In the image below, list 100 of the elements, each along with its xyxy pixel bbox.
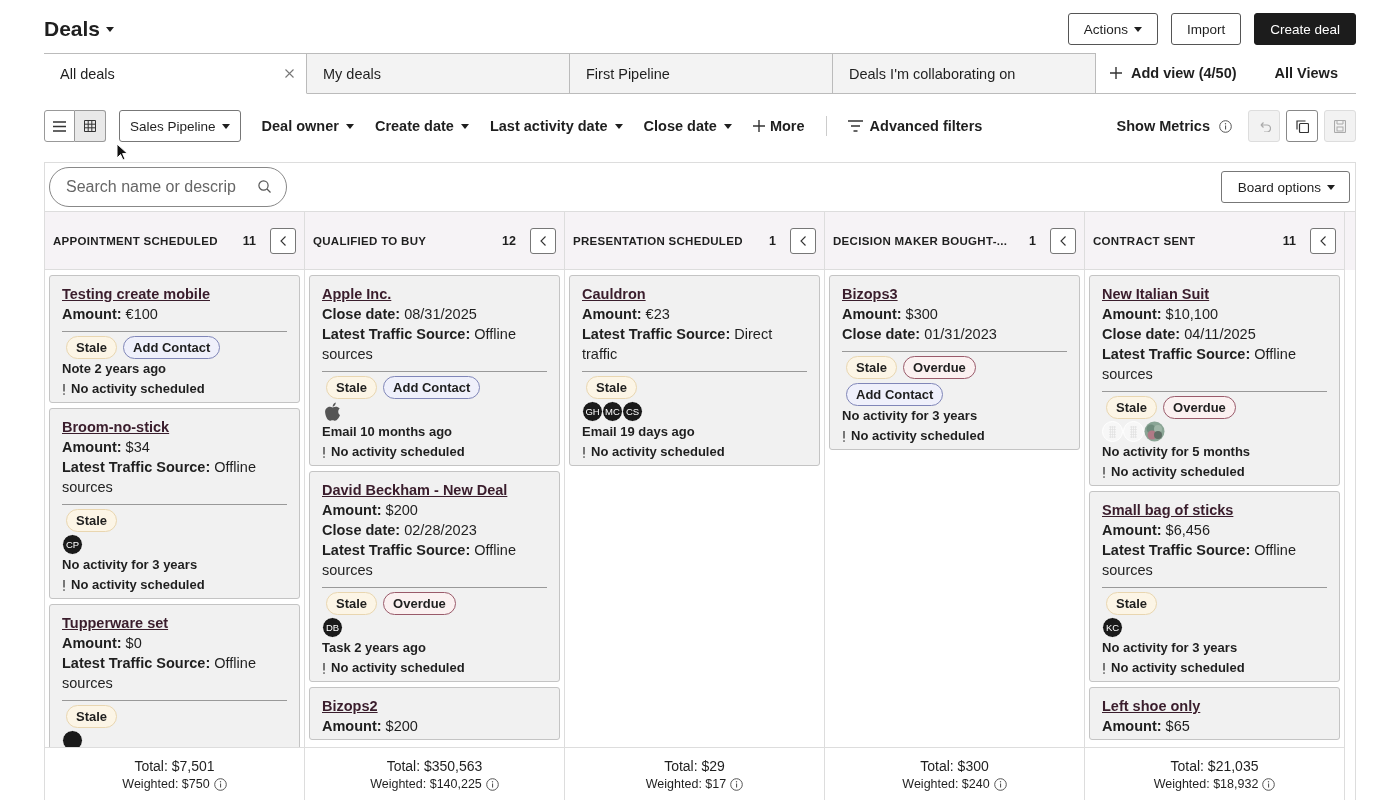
activity-text: No activity for 5 months (1102, 443, 1252, 461)
caret-icon (614, 123, 623, 129)
deal-title-link[interactable]: Testing create mobile (62, 284, 210, 304)
deal-title-link[interactable]: New Italian Suit (1102, 284, 1210, 304)
avatar: GH (582, 401, 603, 422)
stale-tag: Stale (326, 376, 378, 399)
schedule-status: No activity scheduled (71, 380, 205, 398)
column-title: DECISION MAKER BOUGHT-... (833, 233, 1009, 248)
deal-card[interactable]: Cauldron Amount: €23 Latest Traffic Source: Direct traffic Stale GH MC CS Email 19 days ago No activity scheduled (569, 275, 820, 466)
deal-card[interactable]: David Beckham - New Deal Amount: $200 Close date: 02/28/2023 Latest Traffic Source: Offline sources Stale Overdue DB Task 2 years ago No activity scheduled (309, 471, 560, 682)
copy-button[interactable] (1286, 110, 1318, 142)
caret-icon (460, 123, 469, 129)
collapse-button[interactable] (1050, 227, 1076, 254)
deal-field: Amount: $200 (322, 500, 547, 520)
show-metrics-toggle[interactable]: Show Metrics (1116, 118, 1210, 134)
view-tab[interactable]: Deals I'm collaborating on (833, 53, 1096, 94)
deal-count: 11 (242, 233, 256, 248)
actions-button[interactable]: Actions (1067, 13, 1158, 45)
deal-field: Latest Traffic Source: Offline sources (322, 324, 547, 364)
schedule-status: No activity scheduled (331, 659, 465, 677)
schedule-status: No activity scheduled (1111, 463, 1245, 481)
create-button[interactable]: Create deal (1254, 13, 1356, 45)
deal-field: Latest Traffic Source: Offline sources (1102, 540, 1327, 580)
deal-title-link[interactable]: Left shoe only (1102, 696, 1201, 716)
import-button[interactable]: Import (1170, 13, 1242, 45)
schedule-status: No activity scheduled (591, 443, 725, 461)
collapse-button[interactable] (270, 227, 296, 254)
deal-field: Amount: $300 (842, 304, 1067, 324)
deal-card[interactable]: Bizops2 Amount: $200 (309, 687, 560, 740)
activity-text: Note 2 years ago (62, 360, 168, 378)
deal-count: 12 (502, 233, 516, 248)
pipeline-select[interactable]: Sales Pipeline (119, 110, 241, 142)
add-contact-button[interactable]: Add Contact (846, 383, 944, 406)
advanced-filters-button[interactable]: Advanced filters (847, 118, 983, 134)
deal-card[interactable]: Tupperware set Amount: $0 Latest Traffic Source: Offline sources Stale (49, 604, 300, 747)
add-view-button[interactable]: Add view (4/50) (1110, 65, 1237, 81)
caret-icon (1327, 184, 1335, 190)
avatar (62, 730, 83, 747)
add-contact-button[interactable]: Add Contact (123, 336, 221, 359)
deal-title-link[interactable]: David Beckham - New Deal (322, 480, 508, 500)
avatar: DB (322, 617, 343, 638)
caret-icon (345, 123, 354, 129)
activity-text: Email 19 days ago (582, 423, 696, 441)
schedule-status: No activity scheduled (1111, 659, 1245, 677)
filter-dropdown[interactable]: Last activity date (489, 118, 623, 134)
weighted-total: Weighted: $140,225 (370, 777, 482, 791)
filter-dropdown[interactable]: Close date (643, 118, 732, 134)
view-tab[interactable]: First Pipeline (570, 53, 833, 94)
stale-tag: Stale (1106, 396, 1158, 419)
filter-dropdown[interactable]: Deal owner (261, 118, 354, 134)
alert-icon (322, 446, 326, 458)
filter-icon (847, 120, 863, 132)
deal-title-link[interactable]: Apple Inc. (322, 284, 392, 304)
avatar-placeholder-icon (1102, 421, 1123, 442)
deal-card[interactable]: Apple Inc. Close date: 08/31/2025 Latest Traffic Source: Offline sources Stale Add Contact Email 10 months ago No activity scheduled (309, 275, 560, 466)
deal-title-link[interactable]: Bizops3 (842, 284, 898, 304)
weighted-total: Weighted: $240 (902, 777, 990, 791)
list-view-button[interactable] (44, 110, 75, 142)
add-contact-button[interactable]: Add Contact (383, 376, 481, 399)
deal-card[interactable]: Small bag of sticks Amount: $6,456 Latest Traffic Source: Offline sources Stale KC No activity for 3 years No activity scheduled (1089, 491, 1340, 682)
deal-title-link[interactable]: Tupperware set (62, 613, 169, 633)
column-total: Total: $29 (664, 758, 725, 774)
board-view-button[interactable] (75, 110, 106, 142)
stale-tag: Stale (66, 336, 118, 359)
deal-title-link[interactable]: Broom-no-stick (62, 417, 170, 437)
column-total: Total: $300 (920, 758, 989, 774)
filter-dropdown[interactable]: Create date (374, 118, 469, 134)
view-tab[interactable]: All deals (44, 53, 307, 94)
alert-icon (582, 446, 586, 458)
info-icon (485, 777, 499, 791)
deal-card[interactable]: Bizops3 Amount: $300 Close date: 01/31/2023 Stale Overdue Add Contact No activity for 3 years No activity scheduled (829, 275, 1080, 450)
deal-card[interactable]: Testing create mobile Amount: €100 Stale Add Contact Note 2 years ago No activity scheduled (49, 275, 300, 403)
column-title: PRESENTATION SCHEDULED (573, 233, 744, 248)
deal-field: Amount: €100 (62, 304, 287, 324)
alert-icon (842, 430, 846, 442)
deal-card[interactable]: Broom-no-stick Amount: $34 Latest Traffic Source: Offline sources Stale CP No activity for 3 years No activity scheduled (49, 408, 300, 599)
chevron-left-icon (1320, 235, 1326, 246)
deal-card[interactable]: Left shoe only Amount: $65 (1089, 687, 1340, 740)
column-total: Total: $350,563 (386, 758, 483, 774)
avatar: CS (622, 401, 643, 422)
deal-card[interactable]: New Italian Suit Amount: $10,100 Close date: 04/11/2025 Latest Traffic Source: Offline sources Stale Overdue No activity for 5 months No activity scheduled (1089, 275, 1340, 486)
list-icon (53, 120, 66, 132)
deal-title-link[interactable]: Cauldron (582, 284, 646, 304)
activity-text: No activity for 3 years (1102, 639, 1239, 657)
board-options-button[interactable]: Board options (1220, 171, 1350, 203)
deal-title-link[interactable]: Small bag of sticks (1102, 500, 1234, 520)
weighted-total: Weighted: $18,932 (1153, 777, 1259, 791)
deal-title-link[interactable]: Bizops2 (322, 696, 378, 716)
collapse-button[interactable] (1310, 227, 1336, 254)
page-title-menu[interactable]: Deals (44, 17, 115, 41)
search-field[interactable]: Search name or descrip (49, 167, 287, 207)
collapse-button[interactable] (530, 227, 556, 254)
more-filters-button[interactable]: More (752, 118, 805, 134)
column-total: Total: $21,035 (1170, 758, 1259, 774)
close-icon[interactable] (285, 69, 294, 78)
overdue-tag: Overdue (383, 592, 456, 615)
all-views-link[interactable]: All Views (1274, 65, 1338, 81)
view-tab[interactable]: My deals (307, 53, 570, 94)
deal-field: Amount: $65 (1102, 716, 1327, 736)
collapse-button[interactable] (790, 227, 816, 254)
